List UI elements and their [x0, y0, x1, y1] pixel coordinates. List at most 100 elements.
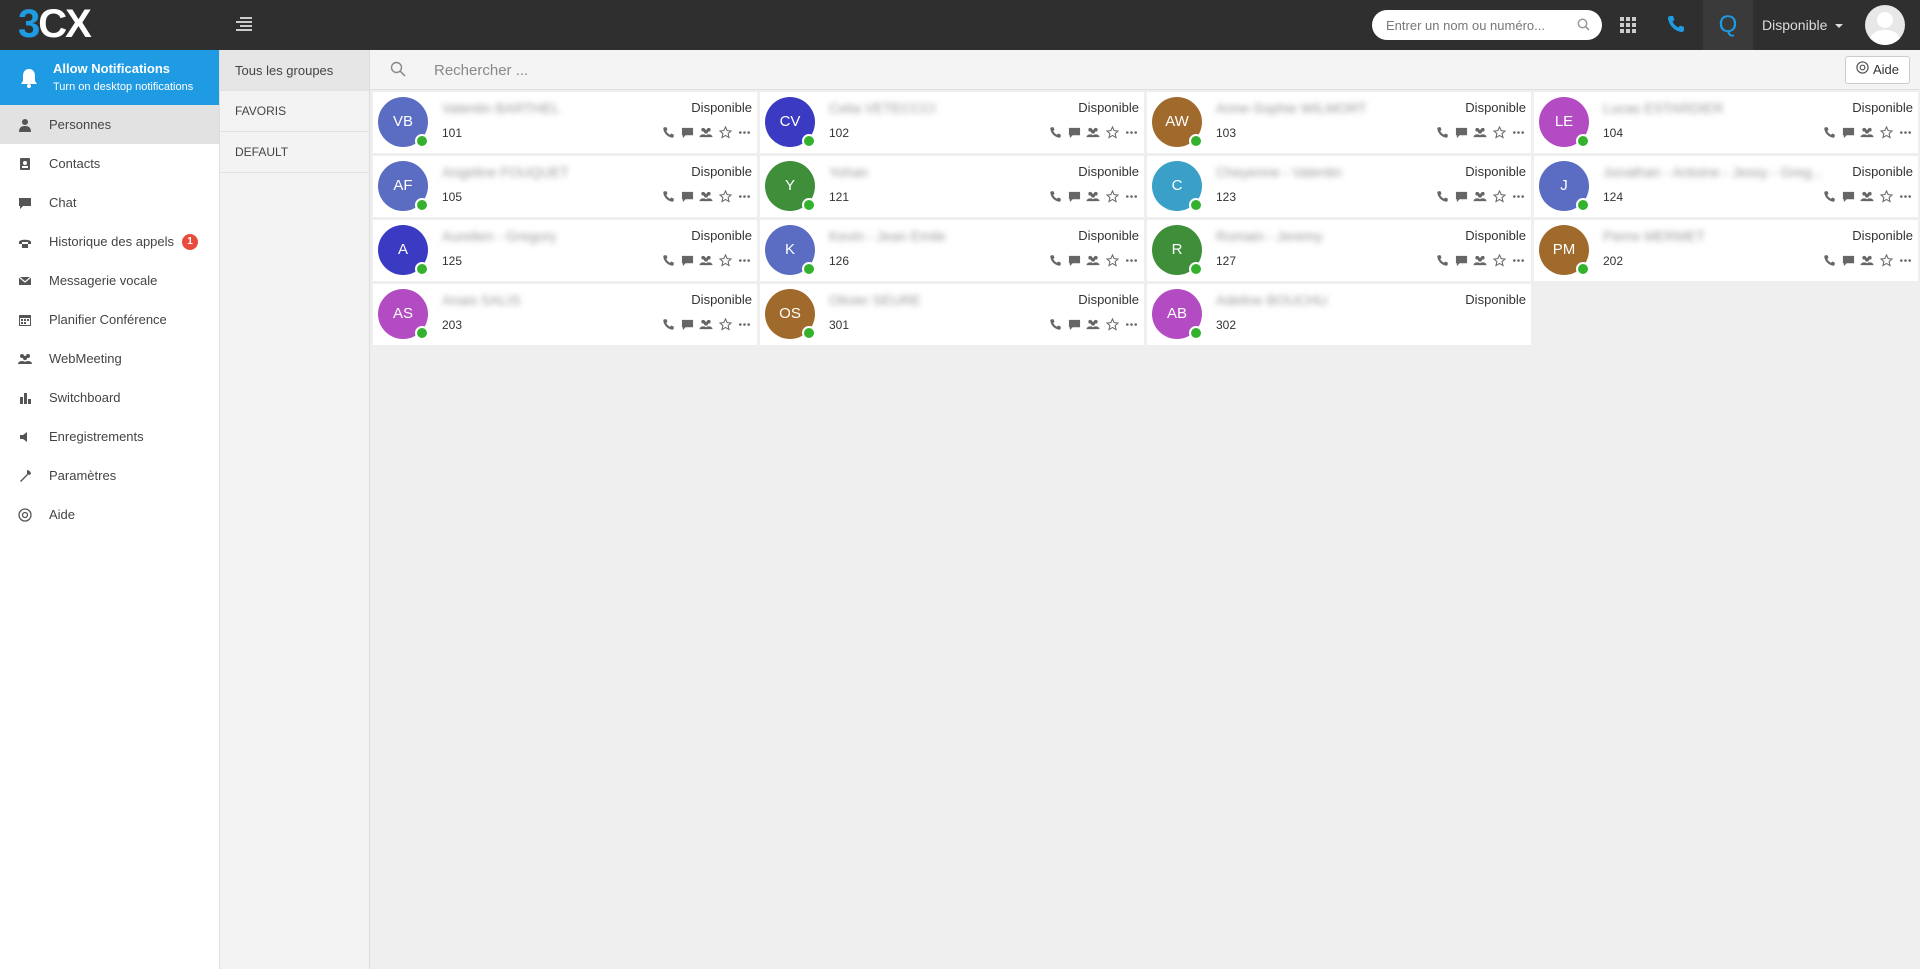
chat-icon[interactable]: [680, 253, 694, 267]
call-icon[interactable]: [1435, 189, 1449, 203]
star-icon[interactable]: [1105, 253, 1119, 267]
star-icon[interactable]: [1879, 125, 1893, 139]
more-icon[interactable]: [737, 317, 751, 331]
call-icon[interactable]: [1435, 125, 1449, 139]
more-icon[interactable]: [1124, 125, 1138, 139]
call-icon[interactable]: [1048, 189, 1062, 203]
contact-card[interactable]: AW Anne-Sophie WILMORT Disponible 103: [1147, 92, 1531, 153]
group-icon[interactable]: [1086, 125, 1100, 139]
star-icon[interactable]: [1105, 125, 1119, 139]
star-icon[interactable]: [1105, 189, 1119, 203]
contact-card[interactable]: AF Angeline FOUQUET Disponible 105: [373, 156, 757, 217]
dial-search-input[interactable]: [1372, 10, 1562, 40]
menu-toggle-icon[interactable]: [236, 17, 252, 31]
group-icon[interactable]: [1473, 125, 1487, 139]
group-icon[interactable]: [1860, 189, 1874, 203]
call-icon[interactable]: [1048, 317, 1062, 331]
star-icon[interactable]: [1879, 253, 1893, 267]
group-icon[interactable]: [1473, 189, 1487, 203]
star-icon[interactable]: [1879, 189, 1893, 203]
call-icon[interactable]: [1048, 253, 1062, 267]
star-icon[interactable]: [718, 189, 732, 203]
call-icon[interactable]: [1435, 253, 1449, 267]
more-icon[interactable]: [1511, 253, 1525, 267]
more-icon[interactable]: [737, 125, 751, 139]
more-icon[interactable]: [737, 253, 751, 267]
contact-card[interactable]: C Cheyenne - Valentin Disponible 123: [1147, 156, 1531, 217]
3cx-logo[interactable]: 3 CX: [18, 2, 92, 46]
star-icon[interactable]: [1105, 317, 1119, 331]
sidebar-item-voicemail[interactable]: Messagerie vocale: [0, 261, 219, 300]
call-icon[interactable]: [1048, 125, 1062, 139]
more-icon[interactable]: [1124, 317, 1138, 331]
chat-icon[interactable]: [1067, 253, 1081, 267]
more-icon[interactable]: [1898, 189, 1912, 203]
allow-notifications-banner[interactable]: Allow Notifications Turn on desktop noti…: [0, 50, 219, 105]
group-icon[interactable]: [699, 317, 713, 331]
search-icon[interactable]: [1577, 18, 1590, 34]
chat-icon[interactable]: [1454, 253, 1468, 267]
phone-icon[interactable]: [1666, 14, 1686, 37]
more-icon[interactable]: [737, 189, 751, 203]
status-dropdown[interactable]: Disponible: [1762, 0, 1844, 50]
sidebar-item-group[interactable]: WebMeeting: [0, 339, 219, 378]
contact-card[interactable]: LE Lucas ESTARDIER Disponible 104: [1534, 92, 1918, 153]
group-icon[interactable]: [1086, 253, 1100, 267]
call-icon[interactable]: [1822, 125, 1836, 139]
call-icon[interactable]: [661, 317, 675, 331]
star-icon[interactable]: [1492, 189, 1506, 203]
more-icon[interactable]: [1898, 125, 1912, 139]
star-icon[interactable]: [1492, 253, 1506, 267]
group-icon[interactable]: [699, 125, 713, 139]
call-icon[interactable]: [661, 125, 675, 139]
sidebar-item-person[interactable]: Personnes: [0, 105, 219, 144]
group-icon[interactable]: [1086, 317, 1100, 331]
more-icon[interactable]: [1511, 125, 1525, 139]
chat-icon[interactable]: [1067, 125, 1081, 139]
sidebar-item-call-history[interactable]: Historique des appels 1: [0, 222, 219, 261]
group-icon[interactable]: [699, 189, 713, 203]
sidebar-item-chat[interactable]: Chat: [0, 183, 219, 222]
call-icon[interactable]: [1822, 253, 1836, 267]
group-default[interactable]: DEFAULT: [220, 132, 369, 173]
star-icon[interactable]: [718, 253, 732, 267]
chat-icon[interactable]: [680, 125, 694, 139]
chat-icon[interactable]: [1067, 317, 1081, 331]
chat-icon[interactable]: [1841, 253, 1855, 267]
user-avatar[interactable]: [1865, 5, 1905, 45]
contact-card[interactable]: A Aurelien - Gregory Disponible 125: [373, 220, 757, 281]
contact-card[interactable]: OS Olivier SEURE Disponible 301: [760, 284, 1144, 345]
sidebar-item-wrench[interactable]: Paramètres: [0, 456, 219, 495]
more-icon[interactable]: [1511, 189, 1525, 203]
chat-icon[interactable]: [1454, 125, 1468, 139]
chat-icon[interactable]: [1841, 125, 1855, 139]
star-icon[interactable]: [1492, 125, 1506, 139]
contact-card[interactable]: J Jonathan - Antoine - Jessy - Greg... Dis…: [1534, 156, 1918, 217]
chat-icon[interactable]: [680, 189, 694, 203]
more-icon[interactable]: [1124, 189, 1138, 203]
group-all[interactable]: Tous les groupes: [220, 50, 369, 91]
dialpad-grid-icon[interactable]: [1620, 17, 1636, 33]
q-button[interactable]: Q: [1703, 0, 1753, 50]
chat-icon[interactable]: [1841, 189, 1855, 203]
contact-card[interactable]: CV Celia VETECCCI Disponible 102: [760, 92, 1144, 153]
help-button[interactable]: Aide: [1844, 56, 1910, 84]
group-icon[interactable]: [1860, 125, 1874, 139]
people-search-input[interactable]: [434, 56, 934, 84]
group-icon[interactable]: [1473, 253, 1487, 267]
group-icon[interactable]: [1860, 253, 1874, 267]
contact-card[interactable]: K Kevin - Jean Emile Disponible 126: [760, 220, 1144, 281]
sidebar-item-lifebuoy[interactable]: Aide: [0, 495, 219, 534]
chat-icon[interactable]: [680, 317, 694, 331]
sidebar-item-calendar[interactable]: Planifier Conférence: [0, 300, 219, 339]
group-icon[interactable]: [1086, 189, 1100, 203]
call-icon[interactable]: [661, 189, 675, 203]
contact-card[interactable]: VB Valentin BARTHEL Disponible 101: [373, 92, 757, 153]
contact-card[interactable]: AS Anais SALIS Disponible 203: [373, 284, 757, 345]
call-icon[interactable]: [661, 253, 675, 267]
star-icon[interactable]: [718, 125, 732, 139]
more-icon[interactable]: [1898, 253, 1912, 267]
sidebar-item-speaker[interactable]: Enregistrements: [0, 417, 219, 456]
contact-card[interactable]: AB Adeline BOUCHU Disponible 302: [1147, 284, 1531, 345]
star-icon[interactable]: [718, 317, 732, 331]
